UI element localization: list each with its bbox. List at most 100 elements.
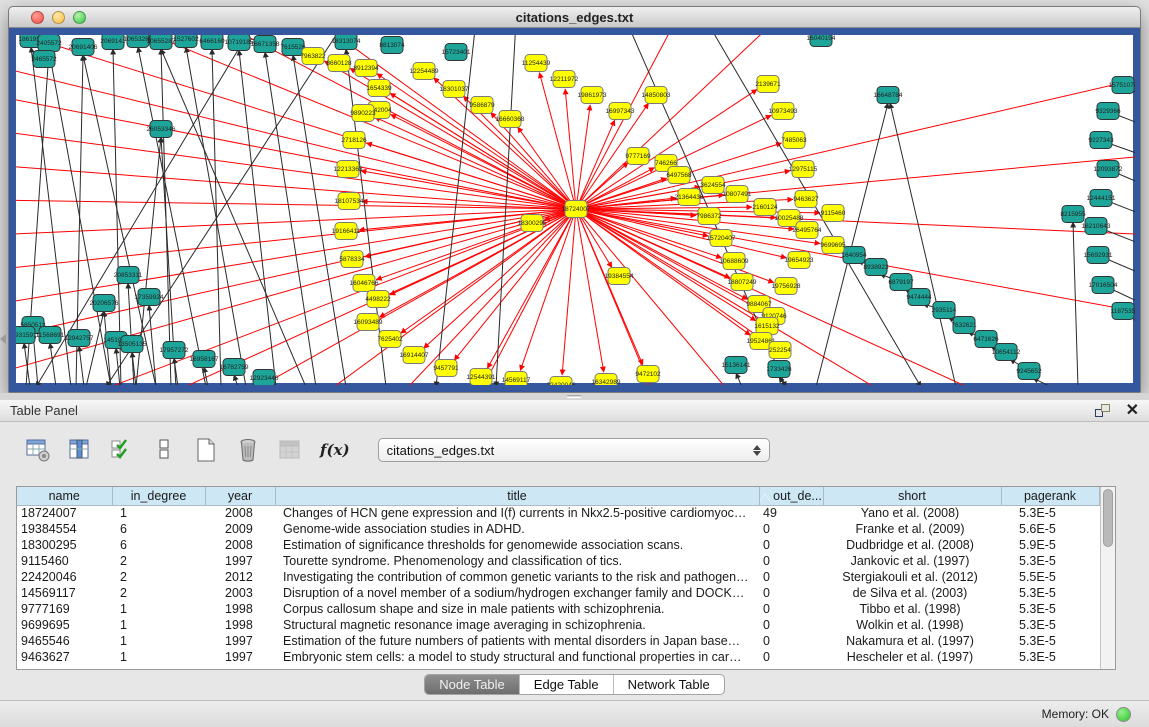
graph-node[interactable]: 9227343 <box>1088 132 1114 149</box>
graph-node[interactable]: 15692931 <box>1084 247 1113 264</box>
graph-node-selected[interactable]: 19384554 <box>605 268 634 285</box>
graph-node-selected[interactable]: 2160124 <box>752 199 778 216</box>
graph-node[interactable]: 1187535 <box>1111 303 1135 320</box>
table-cell[interactable]: Dudbridge et al. (2008) <box>823 537 1001 553</box>
edge[interactable] <box>212 49 221 385</box>
graph-node[interactable]: 20691406 <box>69 39 98 56</box>
column-checklist-icon[interactable] <box>108 436 136 464</box>
graph-node-selected[interactable]: 9115460 <box>821 205 846 222</box>
edge[interactable] <box>138 47 206 385</box>
table-cell[interactable]: 9777169 <box>17 601 112 617</box>
table-cell[interactable]: 0 <box>759 617 823 633</box>
graph-node[interactable]: 20853311 <box>114 267 143 284</box>
column-header-pagerank[interactable]: pagerank <box>1001 487 1099 505</box>
table-cell[interactable]: 9699695 <box>17 617 112 633</box>
graph-node[interactable]: 16671358 <box>251 36 280 53</box>
graph-node-selected[interactable]: 19166411 <box>332 223 361 240</box>
graph-node-selected[interactable]: 19861973 <box>578 87 607 104</box>
graph-node-selected[interactable]: 18301037 <box>440 81 469 98</box>
graph-node[interactable]: 10719185 <box>225 35 254 51</box>
table-row[interactable]: 946362711997Embryonic stem cells: a mode… <box>17 649 1099 665</box>
tab-network-table[interactable]: Network Table <box>614 675 724 694</box>
edge[interactable] <box>1073 222 1078 385</box>
table-cell[interactable]: 1998 <box>205 601 275 617</box>
graph-node-selected[interactable]: 7963822 <box>300 48 326 65</box>
graph-node-selected[interactable]: 26495764 <box>793 222 822 239</box>
table-cell[interactable]: Franke et al. (2009) <box>823 521 1001 537</box>
table-cell[interactable]: 0 <box>759 601 823 617</box>
table-cell[interactable]: Jankovic et al. (1997) <box>823 553 1001 569</box>
graph-node[interactable]: 17359924 <box>135 289 164 306</box>
graph-node[interactable]: 6879197 <box>888 274 914 291</box>
table-cell[interactable]: 2012 <box>205 569 275 585</box>
table-cell[interactable]: 6 <box>112 537 205 553</box>
edge[interactable] <box>390 209 576 295</box>
table-cell[interactable]: 5.3E-5 <box>1001 505 1099 521</box>
edge[interactable] <box>576 209 656 385</box>
new-column-icon[interactable] <box>192 436 220 464</box>
graph-node[interactable]: 16040154 <box>807 35 836 47</box>
table-cell[interactable]: 0 <box>759 537 823 553</box>
edge[interactable] <box>16 200 576 209</box>
graph-node-selected[interactable]: 12975115 <box>789 161 818 178</box>
graph-node[interactable]: 1733426 <box>766 361 792 378</box>
graph-node[interactable]: 8215955 <box>1060 206 1086 223</box>
table-cell[interactable]: 9463627 <box>17 649 112 665</box>
citation-network-graph[interactable]: 1861958240557224655722069140620691411065… <box>16 35 1135 385</box>
table-cell[interactable]: 1 <box>112 633 205 649</box>
graph-node-selected[interactable]: 16660368 <box>496 111 525 128</box>
graph-node[interactable]: 26053346 <box>147 121 176 138</box>
graph-node-selected[interactable]: 19654923 <box>785 252 814 269</box>
graph-node-selected[interactable]: 12254489 <box>410 63 439 80</box>
graph-node-selected[interactable]: 7625402 <box>377 331 403 348</box>
table-cell[interactable]: 18724007 <box>17 505 112 521</box>
table-cell[interactable]: 2003 <box>205 585 275 601</box>
network-canvas[interactable]: 1861958240557224655722069140620691411065… <box>16 35 1133 383</box>
collapse-panel-arrow-icon[interactable] <box>0 334 6 344</box>
graph-node[interactable]: 17016504 <box>1089 277 1118 294</box>
table-cell[interactable]: Corpus callosum shape and size in male p… <box>275 601 759 617</box>
table-cell[interactable]: Wolkin et al. (1998) <box>823 617 1001 633</box>
graph-node[interactable]: 9245652 <box>1016 363 1042 380</box>
edge[interactable] <box>16 209 576 235</box>
edge[interactable] <box>128 283 134 385</box>
graph-node-selected[interactable]: 9472102 <box>635 366 661 383</box>
row-height-icon[interactable] <box>150 436 178 464</box>
edge[interactable] <box>161 49 306 385</box>
graph-node[interactable]: 12942757 <box>65 330 94 347</box>
graph-node-selected[interactable]: 7485063 <box>781 132 807 149</box>
graph-node[interactable]: 17957272 <box>160 342 189 359</box>
column-header-name[interactable]: name <box>17 487 112 505</box>
table-cell[interactable]: 49 <box>759 505 823 521</box>
table-cell[interactable]: Structural magnetic resonance image aver… <box>275 617 759 633</box>
table-cell[interactable]: 5.3E-5 <box>1001 633 1099 649</box>
table-cell[interactable]: 0 <box>759 633 823 649</box>
table-cell[interactable]: 5.9E-5 <box>1001 537 1099 553</box>
graph-node-selected[interactable]: 16093489 <box>354 314 383 331</box>
table-cell[interactable]: 5.6E-5 <box>1001 521 1099 537</box>
table-cell[interactable]: 1 <box>112 649 205 665</box>
graph-node-selected[interactable]: 6497568 <box>666 167 692 184</box>
graph-node[interactable]: 16782759 <box>220 359 249 376</box>
graph-node[interactable]: 8938923 <box>863 259 889 276</box>
graph-node-selected[interactable]: 18300295 <box>518 215 547 232</box>
graph-node-selected[interactable]: 4498222 <box>365 291 391 308</box>
table-cell[interactable]: 5.3E-5 <box>1001 617 1099 633</box>
table-row[interactable]: 2242004622012Investigating the contribut… <box>17 569 1099 585</box>
graph-node[interactable]: 6471626 <box>973 331 999 348</box>
table-cell[interactable]: Genome-wide association studies in ADHD. <box>275 521 759 537</box>
column-header-title[interactable]: title <box>275 487 759 505</box>
edge[interactable] <box>86 311 104 385</box>
graph-node[interactable]: 1527602 <box>173 35 199 48</box>
graph-node-selected[interactable]: 22420046 <box>547 377 576 386</box>
table-cell[interactable]: 9465546 <box>17 633 112 649</box>
table-cell[interactable]: 22420046 <box>17 569 112 585</box>
graph-node-selected[interactable]: 18807249 <box>728 274 757 291</box>
graph-node-selected[interactable]: 14850803 <box>642 87 671 104</box>
table-selector-dropdown[interactable]: citations_edges.txt <box>378 438 770 462</box>
graph-node-selected[interactable]: 11254439 <box>522 55 551 72</box>
table-cell[interactable]: 1998 <box>205 617 275 633</box>
tab-node-table[interactable]: Node Table <box>425 675 520 694</box>
graph-node[interactable]: 2405572 <box>36 35 62 52</box>
float-panel-icon[interactable] <box>1095 404 1110 417</box>
